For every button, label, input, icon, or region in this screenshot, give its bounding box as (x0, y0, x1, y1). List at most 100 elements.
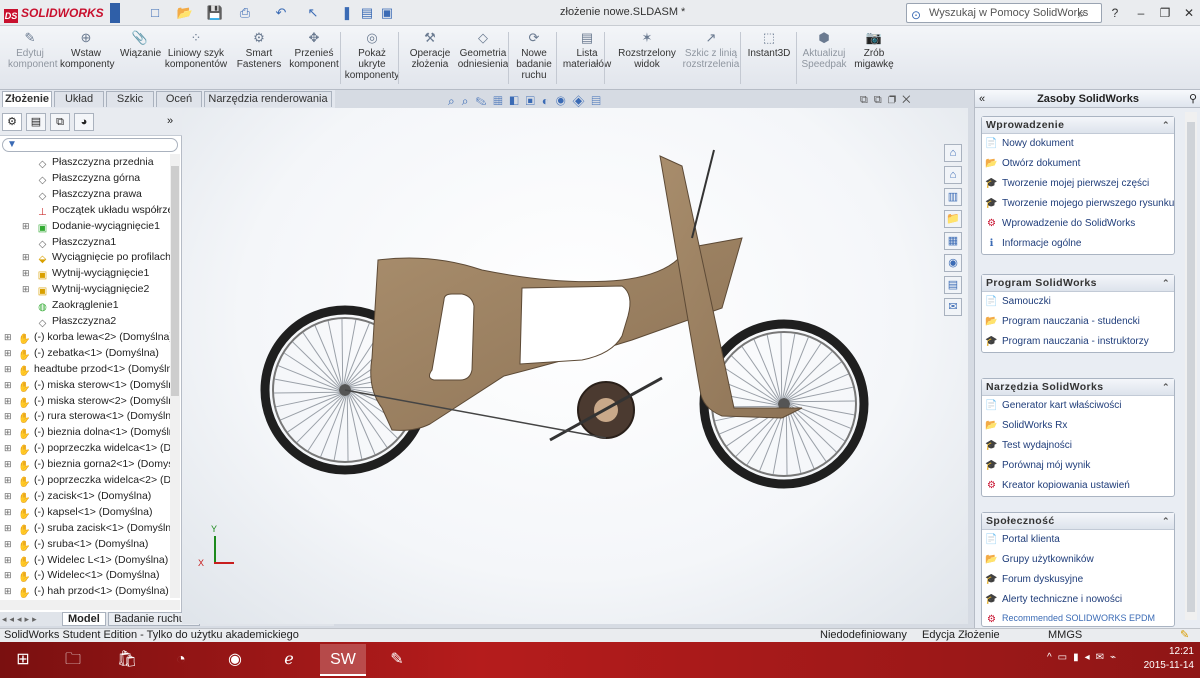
custom-properties-icon[interactable]: ▤ (944, 276, 962, 294)
model-tab-0[interactable]: Model (62, 612, 106, 626)
minimize-button[interactable]: – (1132, 4, 1150, 22)
reference-geometry-button[interactable]: ◇ Geometria odniesienia (456, 30, 510, 70)
resource-link[interactable]: 📄 Nowy dokument (982, 134, 1174, 154)
expand-icon[interactable]: ⊞ (22, 249, 30, 265)
speedpak-button[interactable]: ⬢ Aktualizuj Speedpak (800, 30, 848, 70)
tab-1[interactable]: Układ (54, 91, 104, 107)
taskbar-clock[interactable]: 12:21 2015-11-14 (1144, 645, 1194, 673)
expand-icon[interactable]: ⊞ (4, 361, 12, 377)
resource-link[interactable]: 🎓 Tworzenie mojej pierwszej części (982, 174, 1174, 194)
file-properties-icon[interactable]: ▤ (358, 4, 376, 22)
expand-icon[interactable]: ⊞ (4, 329, 12, 345)
motion-study-button[interactable]: ⟳ Nowe badanie ruchu (512, 30, 556, 81)
tree-item[interactable]: ⊥ Początek układu współrzędnych (0, 202, 170, 218)
insert-components-button[interactable]: ⊕ Wstaw komponenty (60, 30, 114, 70)
collapse-icon[interactable]: ⌃ (1162, 513, 1170, 530)
resource-link[interactable]: 🎓 Test wydajności (982, 436, 1174, 456)
tab-3[interactable]: Oceń (156, 91, 202, 107)
file-explorer-icon[interactable]: 📁 (944, 210, 962, 228)
select-arrow-icon[interactable]: ↖ (304, 4, 322, 22)
resource-link[interactable]: ⚙ Kreator kopiowania ustawień (982, 476, 1174, 496)
resource-link[interactable]: ⚙ Wprowadzenie do SolidWorks (982, 214, 1174, 234)
resource-link[interactable]: 📄 Portal klienta (982, 530, 1174, 550)
tree-item[interactable]: ⊞ ▣ Wytnij-wyciągnięcie1 (0, 265, 170, 281)
tree-item[interactable]: ⊞ ▣ Dodanie-wyciągnięcie1 (0, 218, 170, 234)
view-palette-icon[interactable]: ▦ (944, 232, 962, 250)
resource-link[interactable]: 📂 SolidWorks Rx (982, 416, 1174, 436)
expand-icon[interactable]: ⊞ (4, 456, 12, 472)
tree-item[interactable]: ⊞ ▣ Wytnij-wyciągnięcie2 (0, 281, 170, 297)
collapse-icon[interactable]: ⌃ (1162, 379, 1170, 396)
design-library-icon[interactable]: ▥ (944, 188, 962, 206)
windows-start-icon[interactable]: ⊞ (0, 644, 46, 676)
tree-item[interactable]: ⊞ ✋ (-) Widelec L<1> (Domyślna) (0, 552, 170, 568)
tree-item[interactable]: ⊞ ✋ headtube przod<1> (Domyślna) (0, 361, 170, 377)
save-icon[interactable]: 💾 (206, 4, 224, 22)
tree-item[interactable]: ⊞ ✋ (-) zebatka<1> (Domyślna) (0, 345, 170, 361)
expand-arrows-icon[interactable]: » (160, 113, 180, 131)
bicycle-model[interactable] (182, 108, 968, 624)
tree-item[interactable]: ⊞ ✋(-) poprzeczka widelca<2> (Domyślna) (0, 472, 170, 488)
close-button[interactable]: ✕ (1180, 4, 1198, 22)
linear-pattern-button[interactable]: ⁘ Liniowy szyk komponentów (164, 30, 228, 70)
section-header[interactable]: Wprowadzenie ⌃ (982, 117, 1174, 134)
tree-item[interactable]: ◇ Płaszczyzna2 (0, 313, 170, 329)
collapse-pane-icon[interactable]: « (979, 90, 985, 108)
resource-link[interactable]: 🎓 Program nauczania - instruktorzy (982, 332, 1174, 352)
print-icon[interactable]: ⎙ (236, 4, 254, 22)
solidworks-logo[interactable]: DS SOLIDWORKS (4, 4, 104, 23)
tree-item[interactable]: ◇ Płaszczyzna przednia (0, 154, 170, 170)
tree-item[interactable]: ⊞ ✋ (-) bieznia dolna<1> (Domyślna) (0, 424, 170, 440)
file-explorer-taskbar-icon[interactable]: 🗀 (50, 644, 96, 676)
tree-item[interactable]: ⊞ ✋ (-) sruba zacisk<1> (Domyślna) (0, 520, 170, 536)
expand-icon[interactable]: ⊞ (4, 440, 12, 456)
resource-link[interactable]: 📂 Program nauczania - studencki (982, 312, 1174, 332)
tree-item[interactable]: ⊞ ✋ (-) hah przod<1> (Domyślna) (0, 583, 170, 598)
collapse-icon[interactable]: ⌃ (1162, 117, 1170, 134)
tree-item[interactable]: ◇ Płaszczyzna prawa (0, 186, 170, 202)
feature-tree-tab-icon[interactable]: ⚙ (2, 113, 22, 131)
resource-link[interactable]: 🎓 Forum dyskusyjne (982, 570, 1174, 590)
expand-icon[interactable]: ⊞ (4, 472, 12, 488)
tree-item[interactable]: ⊞ ✋ (-) kapsel<1> (Domyślna) (0, 504, 170, 520)
scroll-thumb[interactable] (1187, 122, 1195, 612)
expand-icon[interactable]: ⊞ (4, 520, 12, 536)
tree-item[interactable]: ⊞ ✋(-) bieznia gorna2<1> (Domyślna) (0, 456, 170, 472)
expand-icon[interactable]: ⊞ (4, 552, 12, 568)
collapse-icon[interactable]: ⌃ (1162, 275, 1170, 292)
tree-horizontal-scrollbar[interactable] (0, 600, 180, 610)
edit-component-button[interactable]: ✎ Edytuj komponent (8, 30, 57, 70)
viewport-window-controls[interactable]: ⧉⧉❐✕ (860, 94, 916, 107)
show-hidden-button[interactable]: ◎ Pokaż ukryte komponenty (344, 30, 400, 81)
solidworks-taskbar-icon[interactable]: SW (320, 644, 366, 676)
exploded-view-button[interactable]: ✶ Rozstrzelony widok (616, 30, 678, 70)
navigation-icon[interactable]: ◔ (158, 644, 204, 676)
tab-2[interactable]: Szkic (106, 91, 154, 107)
rebuild-icon[interactable]: ❚ (338, 4, 356, 22)
tab-0[interactable]: Złożenie (2, 91, 52, 107)
internet-explorer-icon[interactable]: ℯ (266, 644, 312, 676)
open-file-icon[interactable]: 📂 (176, 4, 194, 22)
expand-icon[interactable]: ⊞ (4, 583, 12, 598)
new-file-icon[interactable]: □ (146, 4, 164, 22)
tree-vertical-scrollbar[interactable] (170, 154, 180, 598)
resource-link[interactable]: 📂 Otwórz dokument (982, 154, 1174, 174)
chrome-icon[interactable]: ◉ (212, 644, 258, 676)
expand-icon[interactable]: ⊞ (4, 488, 12, 504)
tree-item[interactable]: ⊞ ✋ (-) miska sterow<1> (Domyślna) (0, 377, 170, 393)
section-header[interactable]: Społeczność ⌃ (982, 513, 1174, 530)
tree-item[interactable]: ⊞ ✋ (-) zacisk<1> (Domyślna) (0, 488, 170, 504)
mate-button[interactable]: 📎 Wiązanie (120, 30, 161, 59)
tree-item[interactable]: ⊞ ✋ (-) miska sterow<2> (Domyślna) (0, 393, 170, 409)
heads-up-toolbar[interactable]: ⌕⌕✎▦◧▣◐◉◈▤ (448, 94, 728, 108)
resource-link[interactable]: ℹ Informacje ogólne (982, 234, 1174, 254)
expand-icon[interactable]: ⊞ (4, 408, 12, 424)
status-units[interactable]: MMGS (1048, 629, 1082, 642)
search-icon[interactable]: ⌕ (1078, 5, 1085, 23)
display-manager-tab-icon[interactable]: ◕ (74, 113, 94, 131)
home-tab-icon[interactable]: ⌂ (944, 166, 962, 184)
scroll-thumb[interactable] (171, 166, 179, 396)
property-manager-tab-icon[interactable]: ▤ (26, 113, 46, 131)
resource-link[interactable]: 🎓 Alerty techniczne i nowości (982, 590, 1174, 610)
move-component-button[interactable]: ✥ Przenieś komponent (288, 30, 340, 70)
